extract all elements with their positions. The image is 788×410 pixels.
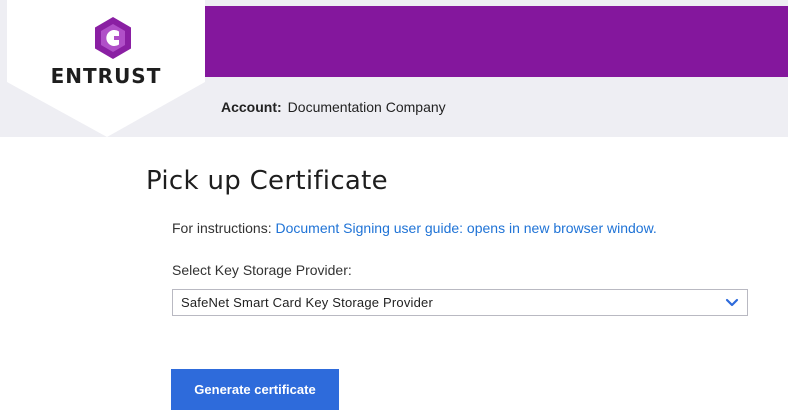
account-info: Account: Documentation Company [221, 99, 446, 115]
select-value: SafeNet Smart Card Key Storage Provider [181, 295, 434, 310]
page-title: Pick up Certificate [146, 166, 388, 196]
key-storage-provider-select[interactable]: SafeNet Smart Card Key Storage Provider [172, 289, 748, 316]
key-storage-provider-label: Select Key Storage Provider: [172, 262, 352, 278]
account-label: Account: [221, 99, 282, 115]
user-guide-link[interactable]: Document Signing user guide: opens in ne… [275, 220, 656, 236]
entrust-logo-icon [95, 17, 131, 59]
page: ENTRUST Account: Documentation Company Pi… [0, 0, 788, 410]
brand-banner [205, 6, 788, 77]
generate-certificate-button[interactable]: Generate certificate [171, 369, 339, 410]
brand-name: ENTRUST [50, 64, 162, 88]
account-value: Documentation Company [287, 99, 446, 115]
instructions: For instructions: Document Signing user … [172, 220, 657, 236]
logo-panel: ENTRUST [7, 0, 205, 137]
chevron-down-icon [725, 298, 739, 307]
instructions-prefix: For instructions: [172, 220, 272, 236]
